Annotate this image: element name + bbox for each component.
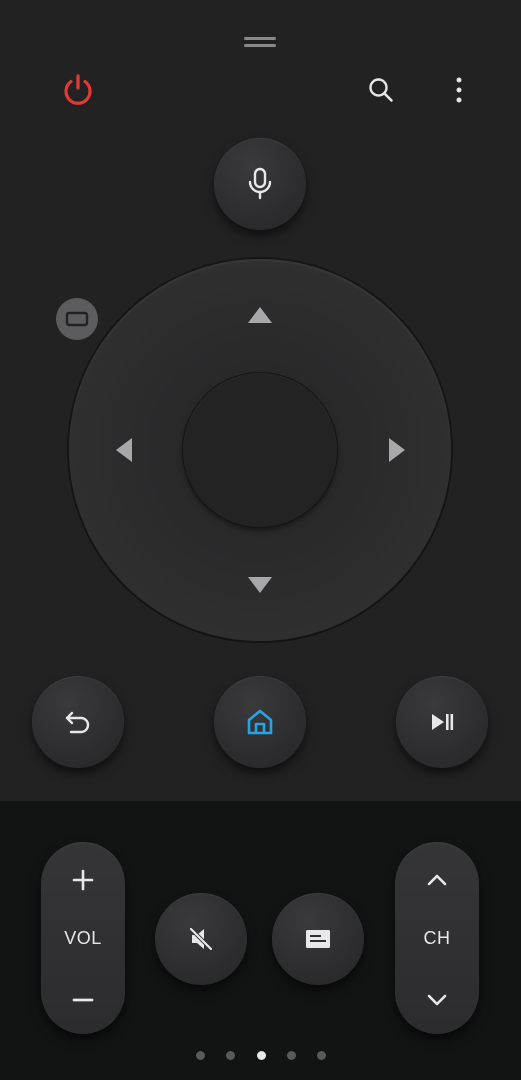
- dpad-ok-button[interactable]: [183, 373, 337, 527]
- channel-up-button[interactable]: [395, 854, 479, 906]
- plus-icon: [72, 869, 94, 891]
- play-pause-icon: [432, 714, 454, 730]
- channel-down-button[interactable]: [395, 974, 479, 1026]
- mute-icon: [189, 927, 213, 951]
- minus-icon: [72, 998, 94, 1002]
- volume-down-button[interactable]: [41, 974, 125, 1026]
- input-source-button[interactable]: [56, 298, 98, 340]
- dpad: [69, 259, 451, 641]
- volume-up-button[interactable]: [41, 854, 125, 906]
- page-dot[interactable]: [196, 1050, 205, 1060]
- arrow-left-icon[interactable]: [116, 438, 132, 462]
- drag-handle[interactable]: [244, 37, 276, 49]
- channel-label: CH: [423, 927, 451, 948]
- guide-button[interactable]: [272, 893, 364, 985]
- chevron-down-icon: [427, 994, 447, 1006]
- arrow-up-icon[interactable]: [248, 307, 272, 323]
- home-button[interactable]: [214, 676, 306, 768]
- home-icon: [247, 709, 273, 735]
- volume-label: VOL: [64, 927, 102, 948]
- power-button[interactable]: [54, 66, 102, 114]
- mute-button[interactable]: [155, 893, 247, 985]
- back-icon: [65, 711, 90, 734]
- page-dot[interactable]: [226, 1050, 236, 1060]
- power-icon: [64, 74, 92, 105]
- arrow-right-icon[interactable]: [389, 438, 405, 462]
- page-dot[interactable]: [286, 1050, 296, 1060]
- page-dot[interactable]: [317, 1050, 326, 1060]
- arrow-down-icon[interactable]: [248, 577, 272, 593]
- input-source-icon: [65, 311, 89, 327]
- search-button[interactable]: [357, 66, 405, 114]
- volume-rocker: VOL: [41, 842, 125, 1034]
- play-pause-button[interactable]: [396, 676, 488, 768]
- guide-icon: [306, 930, 330, 948]
- page-dot-active[interactable]: [256, 1050, 266, 1060]
- chevron-up-icon: [427, 874, 447, 886]
- channel-rocker: CH: [395, 842, 479, 1034]
- voice-button[interactable]: [214, 138, 306, 230]
- more-vertical-icon: [456, 77, 462, 103]
- search-icon: [369, 78, 393, 102]
- back-button[interactable]: [32, 676, 124, 768]
- page-indicator: [196, 1049, 326, 1061]
- microphone-icon: [248, 167, 272, 200]
- more-options-button[interactable]: [435, 66, 483, 114]
